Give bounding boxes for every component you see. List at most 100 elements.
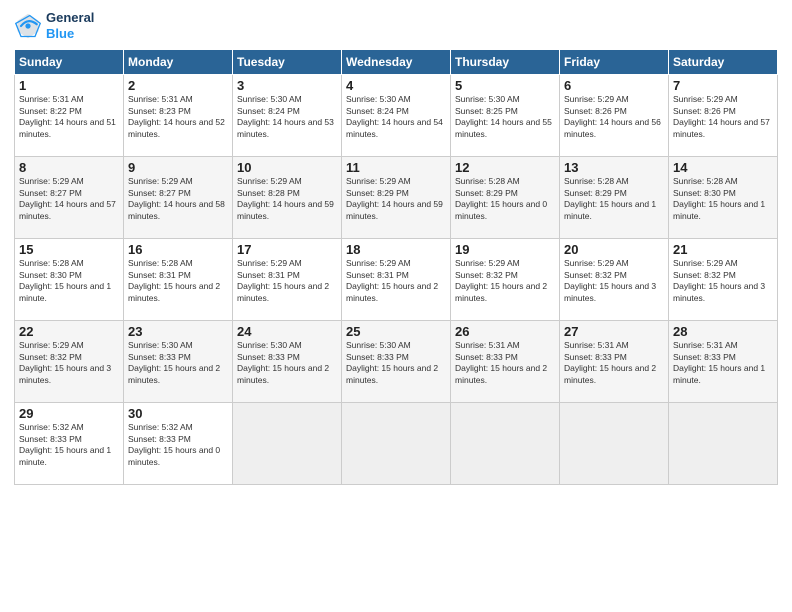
day-number: 12 [455,160,555,175]
col-wednesday: Wednesday [342,50,451,75]
day-info: Sunrise: 5:30 AM Sunset: 8:24 PM Dayligh… [346,94,446,140]
day-info: Sunrise: 5:29 AM Sunset: 8:29 PM Dayligh… [346,176,446,222]
table-row: 24 Sunrise: 5:30 AM Sunset: 8:33 PM Dayl… [233,321,342,403]
table-row: 22 Sunrise: 5:29 AM Sunset: 8:32 PM Dayl… [15,321,124,403]
table-row: 18 Sunrise: 5:29 AM Sunset: 8:31 PM Dayl… [342,239,451,321]
table-row: 16 Sunrise: 5:28 AM Sunset: 8:31 PM Dayl… [124,239,233,321]
day-number: 4 [346,78,446,93]
day-info: Sunrise: 5:32 AM Sunset: 8:33 PM Dayligh… [19,422,119,468]
day-info: Sunrise: 5:29 AM Sunset: 8:28 PM Dayligh… [237,176,337,222]
day-info: Sunrise: 5:31 AM Sunset: 8:33 PM Dayligh… [673,340,773,386]
table-row: 28 Sunrise: 5:31 AM Sunset: 8:33 PM Dayl… [669,321,778,403]
logo: General Blue [14,10,94,41]
day-number: 22 [19,324,119,339]
day-number: 10 [237,160,337,175]
table-row [669,403,778,485]
day-number: 29 [19,406,119,421]
day-info: Sunrise: 5:30 AM Sunset: 8:33 PM Dayligh… [237,340,337,386]
day-info: Sunrise: 5:28 AM Sunset: 8:31 PM Dayligh… [128,258,228,304]
header: General Blue [14,10,778,41]
day-number: 15 [19,242,119,257]
table-row: 4 Sunrise: 5:30 AM Sunset: 8:24 PM Dayli… [342,75,451,157]
day-number: 8 [19,160,119,175]
day-info: Sunrise: 5:31 AM Sunset: 8:33 PM Dayligh… [455,340,555,386]
day-number: 19 [455,242,555,257]
table-row: 29 Sunrise: 5:32 AM Sunset: 8:33 PM Dayl… [15,403,124,485]
table-row [560,403,669,485]
table-row: 6 Sunrise: 5:29 AM Sunset: 8:26 PM Dayli… [560,75,669,157]
table-row: 14 Sunrise: 5:28 AM Sunset: 8:30 PM Dayl… [669,157,778,239]
day-info: Sunrise: 5:32 AM Sunset: 8:33 PM Dayligh… [128,422,228,468]
day-number: 27 [564,324,664,339]
day-number: 3 [237,78,337,93]
table-row: 11 Sunrise: 5:29 AM Sunset: 8:29 PM Dayl… [342,157,451,239]
table-row: 25 Sunrise: 5:30 AM Sunset: 8:33 PM Dayl… [342,321,451,403]
day-number: 11 [346,160,446,175]
day-info: Sunrise: 5:29 AM Sunset: 8:27 PM Dayligh… [128,176,228,222]
col-tuesday: Tuesday [233,50,342,75]
day-info: Sunrise: 5:29 AM Sunset: 8:31 PM Dayligh… [346,258,446,304]
day-number: 20 [564,242,664,257]
col-sunday: Sunday [15,50,124,75]
table-row: 27 Sunrise: 5:31 AM Sunset: 8:33 PM Dayl… [560,321,669,403]
day-number: 13 [564,160,664,175]
day-info: Sunrise: 5:29 AM Sunset: 8:26 PM Dayligh… [564,94,664,140]
day-info: Sunrise: 5:29 AM Sunset: 8:32 PM Dayligh… [19,340,119,386]
table-row [451,403,560,485]
table-row: 23 Sunrise: 5:30 AM Sunset: 8:33 PM Dayl… [124,321,233,403]
day-info: Sunrise: 5:30 AM Sunset: 8:33 PM Dayligh… [128,340,228,386]
day-number: 5 [455,78,555,93]
day-number: 23 [128,324,228,339]
day-info: Sunrise: 5:29 AM Sunset: 8:26 PM Dayligh… [673,94,773,140]
day-info: Sunrise: 5:31 AM Sunset: 8:22 PM Dayligh… [19,94,119,140]
day-info: Sunrise: 5:28 AM Sunset: 8:30 PM Dayligh… [19,258,119,304]
calendar-table: Sunday Monday Tuesday Wednesday Thursday… [14,49,778,485]
table-row: 19 Sunrise: 5:29 AM Sunset: 8:32 PM Dayl… [451,239,560,321]
day-info: Sunrise: 5:30 AM Sunset: 8:24 PM Dayligh… [237,94,337,140]
day-number: 18 [346,242,446,257]
table-row: 10 Sunrise: 5:29 AM Sunset: 8:28 PM Dayl… [233,157,342,239]
day-number: 28 [673,324,773,339]
day-number: 1 [19,78,119,93]
day-number: 26 [455,324,555,339]
day-number: 25 [346,324,446,339]
table-row: 20 Sunrise: 5:29 AM Sunset: 8:32 PM Dayl… [560,239,669,321]
table-row: 21 Sunrise: 5:29 AM Sunset: 8:32 PM Dayl… [669,239,778,321]
table-row: 13 Sunrise: 5:28 AM Sunset: 8:29 PM Dayl… [560,157,669,239]
day-info: Sunrise: 5:29 AM Sunset: 8:32 PM Dayligh… [564,258,664,304]
day-info: Sunrise: 5:29 AM Sunset: 8:27 PM Dayligh… [19,176,119,222]
day-info: Sunrise: 5:29 AM Sunset: 8:32 PM Dayligh… [455,258,555,304]
day-info: Sunrise: 5:30 AM Sunset: 8:33 PM Dayligh… [346,340,446,386]
day-info: Sunrise: 5:28 AM Sunset: 8:30 PM Dayligh… [673,176,773,222]
col-friday: Friday [560,50,669,75]
day-number: 6 [564,78,664,93]
col-monday: Monday [124,50,233,75]
day-number: 17 [237,242,337,257]
col-saturday: Saturday [669,50,778,75]
table-row: 12 Sunrise: 5:28 AM Sunset: 8:29 PM Dayl… [451,157,560,239]
day-info: Sunrise: 5:31 AM Sunset: 8:33 PM Dayligh… [564,340,664,386]
table-row: 3 Sunrise: 5:30 AM Sunset: 8:24 PM Dayli… [233,75,342,157]
day-info: Sunrise: 5:30 AM Sunset: 8:25 PM Dayligh… [455,94,555,140]
table-row: 8 Sunrise: 5:29 AM Sunset: 8:27 PM Dayli… [15,157,124,239]
table-row: 7 Sunrise: 5:29 AM Sunset: 8:26 PM Dayli… [669,75,778,157]
day-number: 7 [673,78,773,93]
table-row: 9 Sunrise: 5:29 AM Sunset: 8:27 PM Dayli… [124,157,233,239]
day-number: 14 [673,160,773,175]
table-row [233,403,342,485]
table-row: 5 Sunrise: 5:30 AM Sunset: 8:25 PM Dayli… [451,75,560,157]
table-row: 1 Sunrise: 5:31 AM Sunset: 8:22 PM Dayli… [15,75,124,157]
table-row: 17 Sunrise: 5:29 AM Sunset: 8:31 PM Dayl… [233,239,342,321]
table-row: 26 Sunrise: 5:31 AM Sunset: 8:33 PM Dayl… [451,321,560,403]
day-number: 2 [128,78,228,93]
logo-text: General Blue [46,10,94,41]
day-info: Sunrise: 5:28 AM Sunset: 8:29 PM Dayligh… [564,176,664,222]
day-number: 9 [128,160,228,175]
day-info: Sunrise: 5:29 AM Sunset: 8:31 PM Dayligh… [237,258,337,304]
table-row [342,403,451,485]
table-row: 30 Sunrise: 5:32 AM Sunset: 8:33 PM Dayl… [124,403,233,485]
day-info: Sunrise: 5:28 AM Sunset: 8:29 PM Dayligh… [455,176,555,222]
day-number: 16 [128,242,228,257]
page: General Blue Sunday Monday Tuesday Wedne… [0,0,792,612]
table-row: 15 Sunrise: 5:28 AM Sunset: 8:30 PM Dayl… [15,239,124,321]
